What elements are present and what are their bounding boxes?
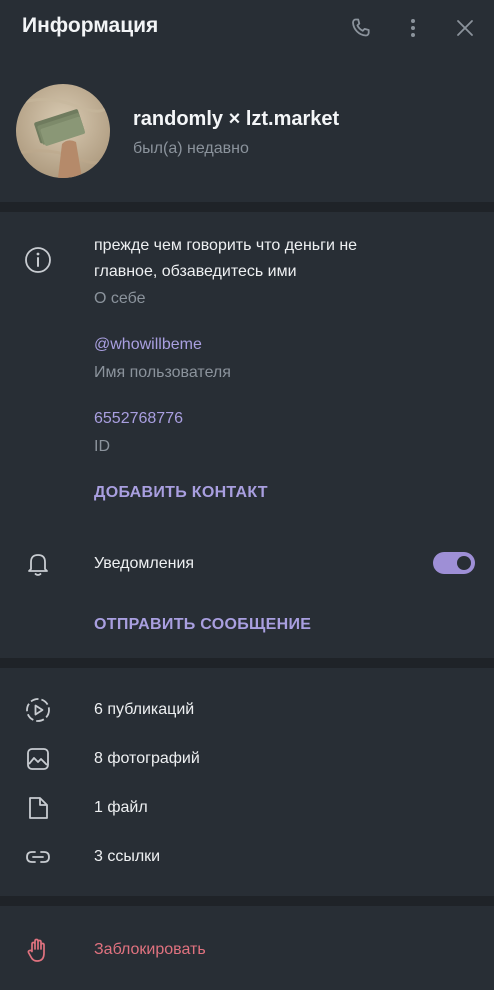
profile-status: был(а) недавно [133,140,249,157]
photos-item[interactable]: 8 фотографий [94,746,200,772]
send-message-button[interactable]: ОТПРАВИТЬ СООБЩЕНИЕ [94,612,311,638]
info-panel: Информация randomly × lzt.market был(а) … [0,0,494,990]
call-button[interactable] [345,12,377,44]
bio-line-2: главное, обзаведитесь ими [94,263,297,280]
stories-item[interactable]: 6 публикаций [94,697,194,723]
phone-icon [352,18,370,37]
id-value[interactable]: 6552768776 [94,406,183,432]
bio-line-1: прежде чем говорить что деньги не [94,237,358,254]
close-button[interactable] [449,12,481,44]
avatar[interactable] [16,84,110,178]
bell-icon [22,548,54,580]
panel-title: Информация [22,14,159,37]
file-icon [22,792,54,824]
files-item[interactable]: 1 файл [94,795,148,821]
close-icon [457,20,473,36]
bio-label: О себе [94,290,146,307]
more-vertical-icon [411,19,415,37]
id-label: ID [94,438,110,455]
profile-section: randomly × lzt.market был(а) недавно [0,56,494,202]
avatar-image [16,84,110,178]
stories-icon [22,694,54,726]
section-separator [0,202,494,212]
profile-name: randomly × lzt.market [133,108,340,130]
section-separator [0,896,494,906]
username-value[interactable]: @whowillbeme [94,332,202,358]
notifications-toggle[interactable] [433,552,475,574]
panel-header: Информация [0,0,494,56]
more-button[interactable] [397,12,429,44]
notifications-label: Уведомления [94,555,195,572]
info-icon [22,244,54,276]
hand-icon [22,934,54,966]
username-label: Имя пользователя [94,364,231,381]
links-item[interactable]: 3 ссылки [94,844,160,870]
section-separator [0,658,494,668]
add-contact-button[interactable]: ДОБАВИТЬ КОНТАКТ [94,480,268,506]
block-button[interactable]: Заблокировать [94,937,206,963]
photo-icon [22,743,54,775]
toggle-knob [457,556,471,570]
link-icon [22,841,54,873]
